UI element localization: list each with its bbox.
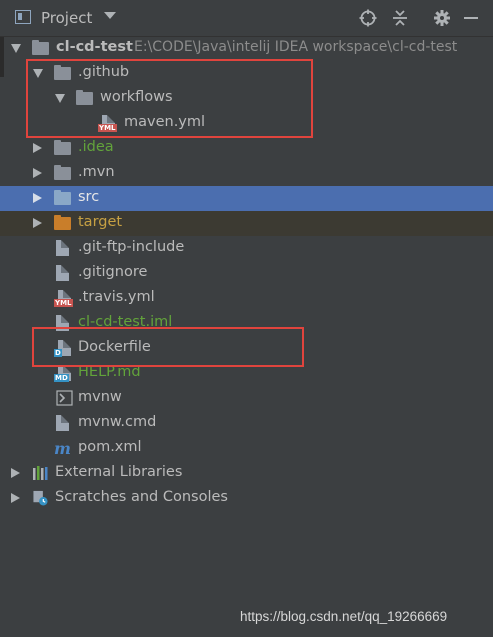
libraries-icon	[33, 466, 48, 480]
text-file-icon	[56, 240, 69, 256]
tree-row-travis[interactable]: YML .travis.yml	[0, 286, 493, 311]
excluded-folder-icon	[54, 215, 71, 230]
tree-row-external-libraries[interactable]: External Libraries	[0, 461, 493, 486]
root-path: E:\CODE\Java\intelij IDEA workspace\cl-c…	[134, 39, 458, 55]
tree-row-mvnw-cmd[interactable]: mvnw.cmd	[0, 411, 493, 436]
source-folder-icon	[54, 190, 71, 205]
ignore-file-icon	[56, 265, 69, 281]
collapse-icon[interactable]	[391, 9, 409, 27]
tree-row-pom[interactable]: m pom.xml	[0, 436, 493, 461]
scratches-label: Scratches and Consoles	[55, 489, 228, 505]
svg-text:m: m	[54, 440, 71, 456]
tool-window-header: Project	[0, 0, 493, 37]
tree-row-mvn[interactable]: .mvn	[0, 161, 493, 186]
highlight-box-github	[26, 59, 313, 138]
chevron-right-icon[interactable]	[33, 193, 42, 203]
mvnw-cmd-label: mvnw.cmd	[78, 414, 157, 430]
tree-row-scratches[interactable]: Scratches and Consoles	[0, 486, 493, 511]
target-label: target	[78, 214, 123, 230]
text-file-icon	[56, 415, 69, 431]
chevron-down-icon[interactable]	[11, 44, 21, 53]
project-icon	[15, 10, 31, 24]
shell-file-icon	[56, 390, 73, 406]
chevron-right-icon[interactable]	[11, 493, 20, 503]
tree-row-gitignore[interactable]: .gitignore	[0, 261, 493, 286]
md-badge: MD	[54, 374, 69, 382]
mvn-label: .mvn	[78, 164, 115, 180]
mvnw-label: mvnw	[78, 389, 122, 405]
idea-label: .idea	[78, 139, 114, 155]
markdown-file-icon: MD	[54, 365, 71, 382]
watermark: https://blog.csdn.net/qq_19266669	[240, 609, 448, 624]
yml-badge: YML	[54, 299, 73, 307]
tree-row-root[interactable]: cl-cd-test E:\CODE\Java\intelij IDEA wor…	[0, 36, 493, 61]
gear-icon[interactable]	[433, 9, 451, 27]
view-title[interactable]: Project	[41, 9, 92, 27]
tree-row-idea[interactable]: .idea	[0, 136, 493, 161]
tree-row-src[interactable]: src	[0, 186, 493, 211]
yaml-file-icon: YML	[54, 290, 73, 307]
src-label: src	[78, 189, 100, 205]
travis-label: .travis.yml	[78, 289, 155, 305]
tree-row-mvnw[interactable]: mvnw	[0, 386, 493, 411]
root-label: cl-cd-test	[56, 39, 133, 55]
chevron-right-icon[interactable]	[11, 468, 20, 478]
highlight-box-dockerfile	[32, 327, 304, 367]
locate-icon[interactable]	[359, 9, 377, 27]
folder-icon	[54, 140, 71, 155]
minimize-icon[interactable]	[462, 9, 480, 27]
folder-icon	[54, 165, 71, 180]
maven-file-icon: m	[54, 440, 71, 456]
chevron-right-icon[interactable]	[33, 168, 42, 178]
chevron-right-icon[interactable]	[33, 218, 42, 228]
chevron-down-icon[interactable]	[104, 12, 116, 19]
tree-row-target[interactable]: target	[0, 211, 493, 236]
gitignore-label: .gitignore	[78, 264, 148, 280]
external-libraries-label: External Libraries	[55, 464, 183, 480]
pom-label: pom.xml	[78, 439, 142, 455]
chevron-right-icon[interactable]	[33, 143, 42, 153]
git-ftp-label: .git-ftp-include	[78, 239, 185, 255]
scratches-icon	[33, 490, 48, 506]
module-folder-icon	[32, 40, 49, 55]
tree-row-git-ftp[interactable]: .git-ftp-include	[0, 236, 493, 261]
